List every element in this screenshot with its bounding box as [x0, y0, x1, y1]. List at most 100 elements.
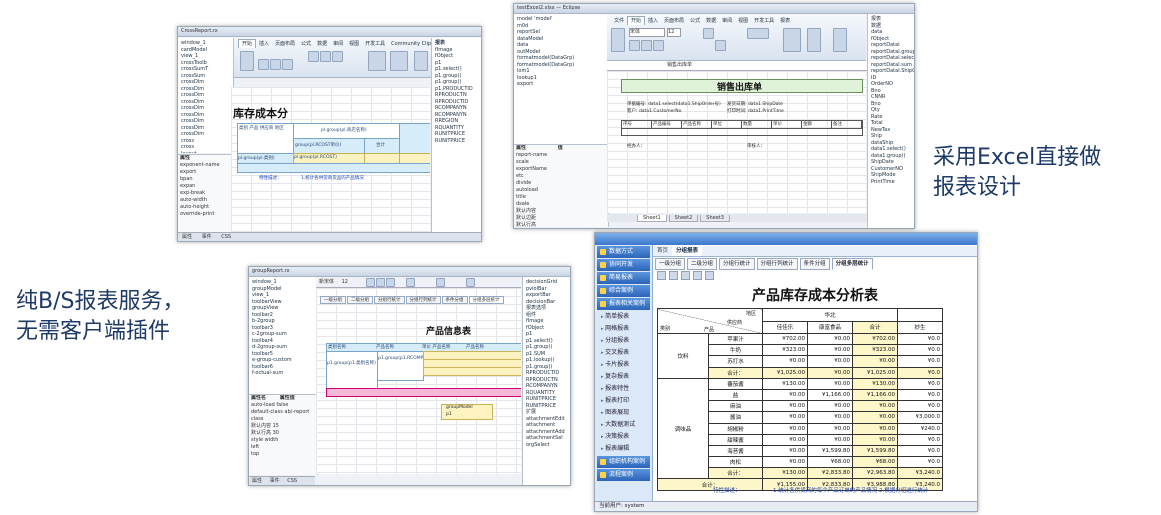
datasource-item[interactable]: RUNITPRICE	[435, 138, 481, 145]
sheet-tab[interactable]: Sheet1	[637, 215, 667, 222]
underline-icon[interactable]	[653, 40, 664, 51]
nav-item[interactable]: 网格报表	[595, 323, 652, 335]
property-row[interactable]: top	[251, 451, 317, 458]
property-row[interactable]: exponent-name	[180, 162, 232, 169]
nav-group[interactable]: 报表相关案例	[597, 298, 650, 310]
ribbon-tab[interactable]: 审阅	[719, 17, 735, 25]
property-row[interactable]: exportName	[516, 166, 608, 173]
nav-group[interactable]: 数据方式	[597, 246, 650, 258]
property-row[interactable]: exp-break	[180, 190, 232, 197]
bold-icon[interactable]	[366, 278, 375, 287]
italic-icon[interactable]	[641, 40, 652, 51]
font-size[interactable]: 12	[342, 279, 348, 285]
ribbon-tab[interactable]: 页面布局	[272, 40, 298, 48]
property-row[interactable]: 默认内容 15	[251, 423, 317, 430]
nav-group[interactable]: 简易报表	[597, 272, 650, 284]
sort-icon[interactable]	[833, 28, 847, 52]
ribbon-tab[interactable]: 视图	[735, 17, 751, 25]
format-icon[interactable]	[368, 51, 386, 71]
ribbon-tab[interactable]: 公式	[298, 40, 314, 48]
ribbon-tab[interactable]: 开始	[238, 39, 257, 48]
print-icon[interactable]	[693, 271, 702, 280]
nav-item[interactable]: 报表特性	[595, 383, 652, 395]
nav-group[interactable]: 流程案例	[597, 469, 650, 481]
ribbon-tab[interactable]: 数据	[314, 40, 330, 48]
align-icon[interactable]	[406, 278, 415, 287]
datasource-item[interactable]: reportDatal.ShipOrder	[871, 68, 914, 75]
report-tab[interactable]: 分组多层统计	[831, 258, 873, 270]
insert-icon[interactable]	[807, 28, 821, 52]
report-tab[interactable]: 分组多层统计	[468, 296, 504, 304]
tree-node[interactable]: export	[517, 81, 609, 88]
datasource-pane[interactable]: decisionGrid pviolBar exportBar decisionBar…	[522, 277, 570, 485]
chart-icon[interactable]	[466, 278, 475, 287]
paste-icon[interactable]	[611, 28, 625, 52]
italic-icon[interactable]	[270, 59, 281, 70]
nav-item[interactable]: 报表编辑	[595, 443, 652, 455]
nav-item[interactable]: 复杂报表	[595, 371, 652, 383]
ribbon-tab[interactable]: 数据	[703, 17, 719, 25]
ribbon-tab[interactable]: 插入	[645, 17, 661, 25]
ribbon-tab[interactable]: 开发工具	[362, 40, 388, 48]
report-tab[interactable]: 条件分组	[441, 296, 468, 304]
insert-icon[interactable]	[414, 51, 428, 71]
property-row[interactable]: default-class ab/-report	[251, 409, 317, 416]
ribbon-tab[interactable]: 开发工具	[751, 17, 777, 25]
nav-item[interactable]: 交叉报表	[595, 347, 652, 359]
property-row[interactable]: etc	[516, 173, 608, 180]
property-row[interactable]: divide	[516, 180, 608, 187]
ribbon-tab[interactable]: 视图	[346, 40, 362, 48]
property-row[interactable]: autoload	[516, 187, 608, 194]
property-row[interactable]: auto-load false	[251, 402, 317, 409]
property-row[interactable]: left	[251, 444, 317, 451]
ribbon-tab[interactable]: 文件	[611, 17, 627, 25]
component-tree[interactable]: window_1 cardModel view_1 crossToolb crossSu…	[178, 38, 234, 153]
align-icon[interactable]	[703, 28, 714, 39]
color-icon[interactable]	[436, 278, 445, 287]
first-page-icon[interactable]	[657, 271, 666, 280]
tree-node[interactable]: f-octual-sum	[252, 370, 318, 377]
report-tab[interactable]: 一级分组	[655, 258, 686, 270]
paste-icon[interactable]	[240, 51, 254, 71]
nav-item[interactable]: 图表展现	[595, 407, 652, 419]
report-tab[interactable]: 二级分组	[347, 296, 373, 304]
underline-icon[interactable]	[282, 59, 293, 70]
nav-sidebar[interactable]: 数据方式协同开发简易报表综合案例报表相关案例简单报表网格报表分组报表交叉报表卡片…	[595, 245, 653, 502]
report-tab[interactable]: 条件分组	[799, 258, 830, 270]
align-left-icon[interactable]	[308, 51, 319, 62]
datasource-item[interactable]: orgSelect	[526, 442, 570, 449]
property-row[interactable]: class	[251, 416, 317, 423]
ribbon-tab[interactable]: 审阅	[330, 40, 346, 48]
nav-item[interactable]: 简单报表	[595, 311, 652, 323]
property-row[interactable]: dsale	[516, 201, 608, 208]
report-tab[interactable]: 分组行统计	[719, 258, 755, 270]
datasource-item[interactable]: PrintTime	[871, 179, 914, 186]
ribbon-tab[interactable]: 插入	[256, 40, 272, 48]
property-panel[interactable]: 属性 值 report-name scale exportName etc divide…	[514, 144, 609, 227]
ribbon-tab[interactable]: 报表	[777, 17, 793, 25]
property-row[interactable]: title	[516, 194, 608, 201]
tab-events[interactable]: 事件	[198, 234, 216, 240]
bold-icon[interactable]	[629, 40, 640, 51]
datasource-pane[interactable]: 报表 fImage fObject p1 p1.select() p1.group() p1…	[431, 38, 481, 234]
component-tree[interactable]: window_1 groupModel view_1 toolbarView group…	[249, 277, 319, 394]
font-name[interactable]: 新宋体	[319, 279, 334, 285]
style-icon[interactable]	[783, 28, 801, 52]
property-row[interactable]: style width	[251, 437, 317, 444]
datasource-item[interactable]: reportDatal.select	[871, 55, 914, 62]
bold-icon[interactable]	[258, 59, 269, 70]
property-row[interactable]: 默认内容	[516, 208, 608, 215]
nav-group[interactable]: 综合案例	[597, 285, 650, 297]
property-panel[interactable]: 属性名 属性值 auto-load false default-class ab/…	[249, 394, 318, 475]
property-row[interactable]: report-name	[516, 152, 608, 159]
page-tab[interactable]: 首页	[653, 246, 672, 256]
property-row[interactable]: auto-width	[180, 197, 232, 204]
property-row[interactable]: 默认边距	[516, 215, 608, 222]
italic-icon[interactable]	[376, 278, 385, 287]
property-row[interactable]: 默认行高	[516, 222, 608, 227]
property-row[interactable]: auto-height	[180, 204, 232, 211]
report-tab[interactable]: 分组行列统计	[756, 258, 798, 270]
nav-item[interactable]: 卡片报表	[595, 359, 652, 371]
tab-properties[interactable]: 属性	[249, 478, 265, 484]
style-icon[interactable]	[390, 51, 408, 71]
